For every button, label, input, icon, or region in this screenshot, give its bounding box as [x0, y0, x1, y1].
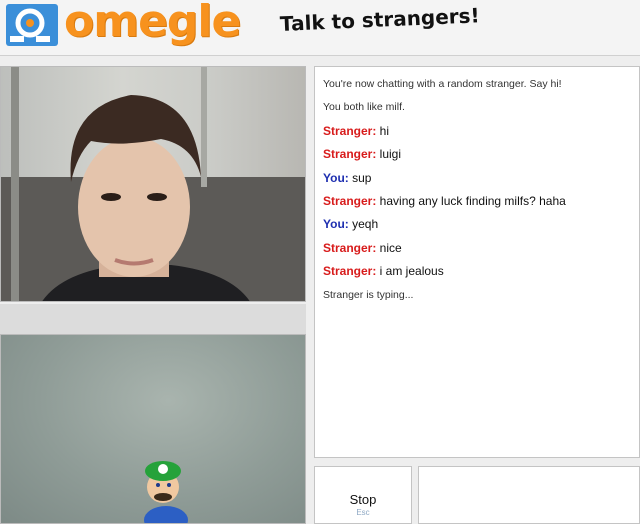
- sender-label: Stranger:: [323, 147, 377, 162]
- sender-label: Stranger:: [323, 264, 377, 279]
- system-message: You both like milf.: [323, 101, 405, 114]
- chat-log[interactable]: You're now chatting with a random strang…: [314, 66, 640, 458]
- header: omegle Talk to strangers!: [0, 0, 640, 56]
- message-text: having any luck finding milfs? haha: [376, 194, 566, 209]
- message-text: sup: [348, 170, 372, 185]
- message-text: luigi: [376, 147, 402, 162]
- own-video: [0, 334, 306, 524]
- message-text: i am jealous: [376, 264, 444, 279]
- message-text: hi: [376, 123, 390, 138]
- chat-message: Stranger: having any luck finding milfs?…: [323, 190, 639, 213]
- sender-label: You:: [323, 170, 349, 185]
- stop-shortcut-hint: Esc: [356, 508, 370, 517]
- stop-button[interactable]: Stop Esc: [314, 466, 412, 524]
- chat-message: Stranger: nice: [323, 237, 639, 260]
- system-message: You're now chatting with a random strang…: [323, 78, 562, 90]
- message-text: yeqh: [348, 217, 379, 232]
- video-divider: [0, 304, 306, 334]
- stranger-video: [0, 66, 306, 302]
- chat-message: You: sup: [323, 167, 639, 190]
- sender-label: Stranger:: [323, 194, 377, 209]
- sender-label: Stranger:: [323, 123, 377, 138]
- chat-message: Stranger: i am jealous: [323, 260, 639, 283]
- chat-message: Stranger: luigi: [323, 143, 639, 166]
- message-text: nice: [376, 240, 402, 255]
- message-input[interactable]: [418, 466, 640, 524]
- tagline: Talk to strangers!: [279, 3, 481, 36]
- omegle-logo-text: omegle: [64, 0, 241, 47]
- chat-message: You: yeqh: [323, 213, 639, 236]
- sender-label: You:: [323, 217, 349, 232]
- stop-button-label: Stop: [349, 492, 377, 507]
- chat-message: Stranger: hi: [323, 120, 639, 143]
- omegle-logo-icon: [6, 4, 58, 46]
- typing-indicator: Stranger is typing...: [323, 288, 414, 301]
- stranger-video-frame: [1, 67, 305, 301]
- luigi-figure: [144, 461, 188, 523]
- sender-label: Stranger:: [323, 240, 377, 255]
